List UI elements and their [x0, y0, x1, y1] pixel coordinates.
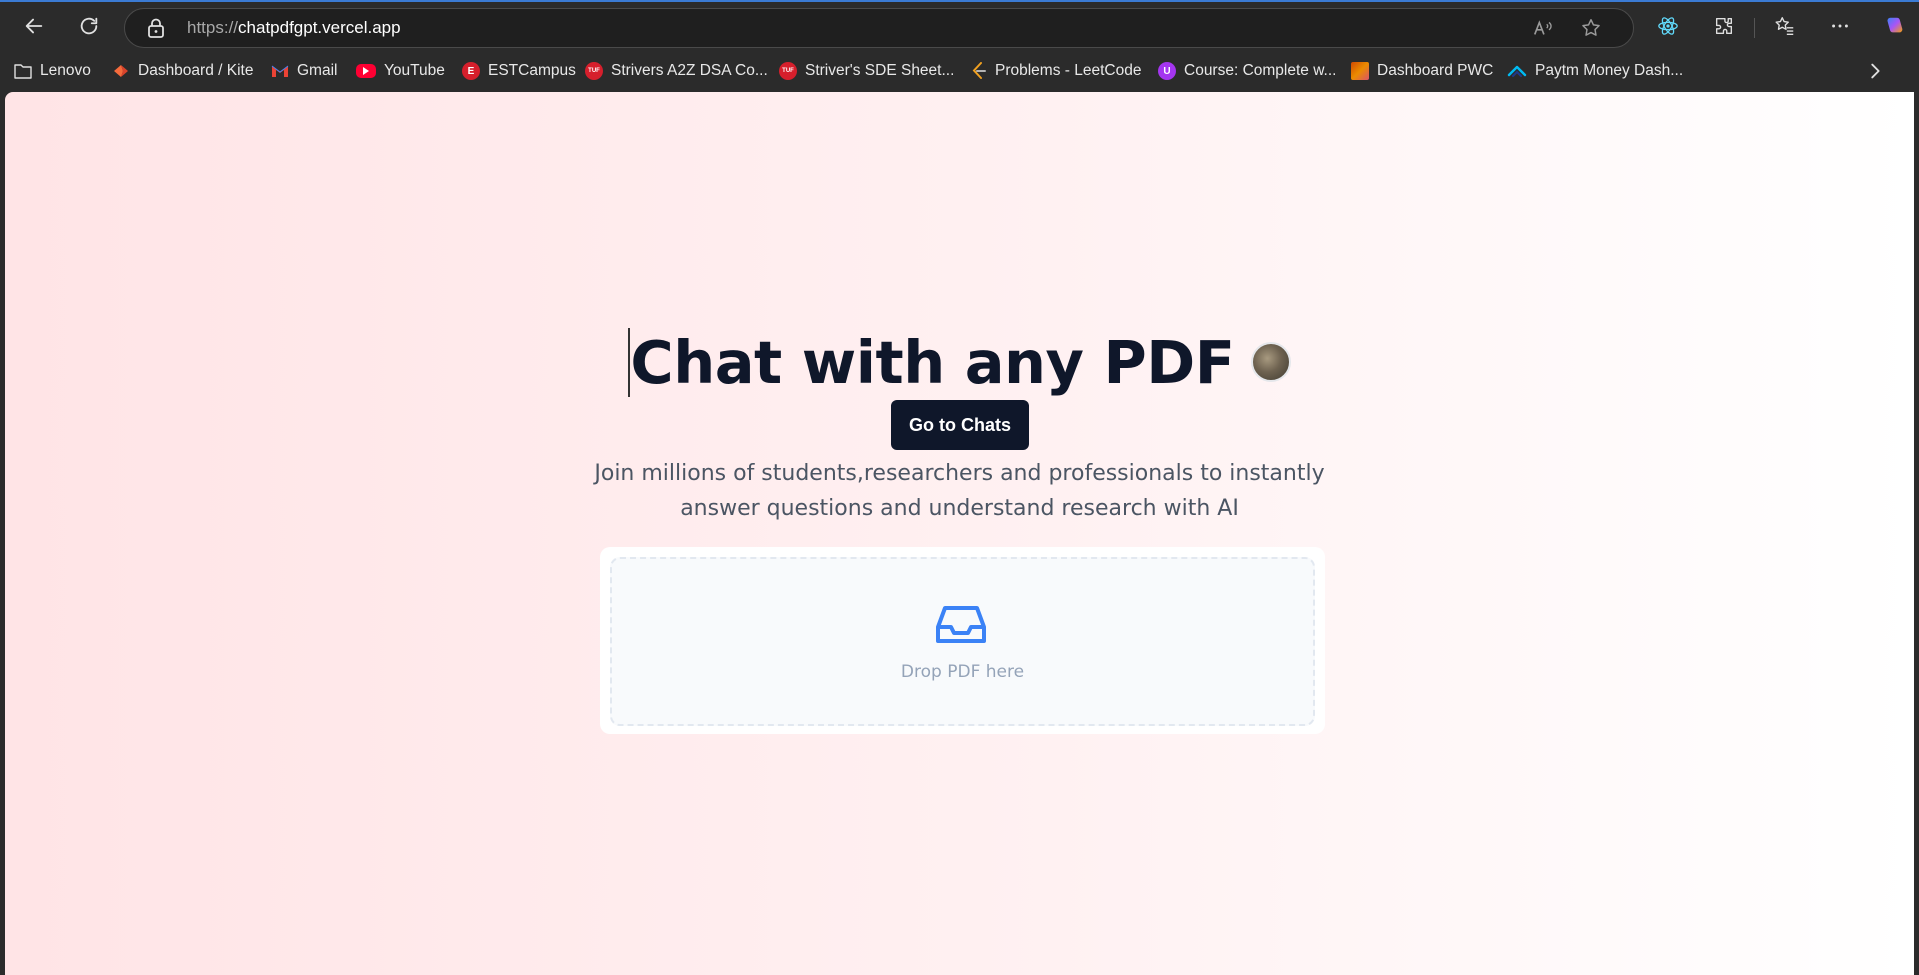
page-viewport: Chat with any PDF Go to Chats Join milli… [5, 92, 1914, 975]
bookmark-gmail[interactable]: Gmail [271, 60, 337, 82]
bookmark-paytm[interactable]: Paytm Money Dash... [1507, 60, 1683, 82]
bookmarks-bar: Lenovo Dashboard / Kite Gmail YouTube E … [0, 50, 1919, 92]
more-menu-button[interactable] [1822, 8, 1858, 44]
chevron-right-icon [1871, 63, 1880, 79]
browser-toolbar: https://chatpdfgpt.vercel.app [0, 2, 1919, 50]
tuf-icon: TUF [585, 62, 603, 80]
bookmark-label: Course: Complete w... [1184, 62, 1337, 79]
bookmark-label: Dashboard / Kite [138, 62, 254, 79]
react-devtools-extension-button[interactable] [1650, 8, 1686, 44]
react-atom-icon [1658, 17, 1678, 35]
copilot-icon [1887, 17, 1903, 33]
favorites-button[interactable] [1767, 8, 1803, 44]
bookmark-label: Gmail [297, 62, 338, 79]
gmail-icon [271, 65, 289, 77]
udemy-icon: U [1158, 62, 1176, 80]
reload-button[interactable] [71, 8, 107, 44]
bookmarks-overflow-button[interactable] [1860, 54, 1890, 88]
bookmark-kite[interactable]: Dashboard / Kite [112, 60, 253, 82]
paytm-icon [1507, 65, 1527, 77]
bookmark-youtube[interactable]: YouTube [356, 60, 445, 82]
bookmark-label: Striver's SDE Sheet... [805, 62, 955, 79]
read-aloud-icon[interactable] [1530, 15, 1556, 41]
tuf-icon: TUF [779, 62, 797, 80]
kite-icon [114, 65, 128, 77]
bookmark-strivers-a2z[interactable]: TUF Strivers A2Z DSA Co... [585, 60, 768, 82]
bookmark-label: Lenovo [40, 62, 91, 79]
back-button[interactable] [16, 8, 52, 44]
youtube-icon [356, 64, 376, 78]
bookmark-lenovo[interactable]: Lenovo [14, 60, 91, 82]
go-to-chats-button[interactable]: Go to Chats [891, 400, 1029, 450]
lock-icon [148, 18, 164, 38]
bookmark-label: Problems - LeetCode [995, 62, 1142, 79]
puzzle-icon [1715, 17, 1733, 35]
upload-card: Drop PDF here [600, 547, 1325, 734]
bookmark-estcampus[interactable]: E ESTCampus [462, 60, 576, 82]
bookmark-leetcode[interactable]: Problems - LeetCode [971, 60, 1141, 82]
bookmark-striver-sde[interactable]: TUF Striver's SDE Sheet... [779, 60, 954, 82]
pdf-dropzone[interactable]: Drop PDF here [610, 557, 1315, 726]
favorite-star-icon[interactable] [1578, 15, 1604, 41]
bookmark-pwc[interactable]: Dashboard PWC [1351, 60, 1493, 82]
hero-heading-row: Chat with any PDF [5, 322, 1914, 402]
page-title: Chat with any PDF [628, 327, 1235, 397]
dropzone-label: Drop PDF here [900, 662, 1025, 682]
extensions-button[interactable] [1706, 8, 1742, 44]
address-bar[interactable]: https://chatpdfgpt.vercel.app [124, 8, 1634, 48]
toolbar-divider [1754, 18, 1755, 38]
inbox-icon [936, 606, 986, 643]
url-text[interactable]: https://chatpdfgpt.vercel.app [187, 18, 401, 38]
arrow-left-icon [25, 18, 43, 34]
url-protocol: https:// [187, 18, 239, 37]
copilot-button[interactable] [1876, 8, 1912, 44]
bookmark-course[interactable]: U Course: Complete w... [1158, 60, 1336, 82]
leetcode-icon [972, 62, 986, 79]
folder-icon [14, 64, 32, 79]
hero-tagline: Join millions of students,researchers an… [594, 461, 1325, 521]
estcampus-icon: E [462, 62, 480, 80]
refresh-icon [80, 17, 98, 35]
ellipsis-icon [1832, 24, 1848, 28]
pwc-icon [1351, 62, 1369, 80]
bookmark-label: YouTube [384, 62, 445, 79]
bookmark-label: Strivers A2Z DSA Co... [611, 62, 768, 79]
bookmark-label: Dashboard PWC [1377, 62, 1494, 79]
favorites-list-icon [1775, 17, 1794, 35]
bookmark-label: ESTCampus [488, 62, 576, 79]
url-host: chatpdfgpt.vercel.app [238, 18, 401, 37]
user-avatar[interactable] [1250, 342, 1291, 382]
bookmark-label: Paytm Money Dash... [1535, 62, 1684, 79]
